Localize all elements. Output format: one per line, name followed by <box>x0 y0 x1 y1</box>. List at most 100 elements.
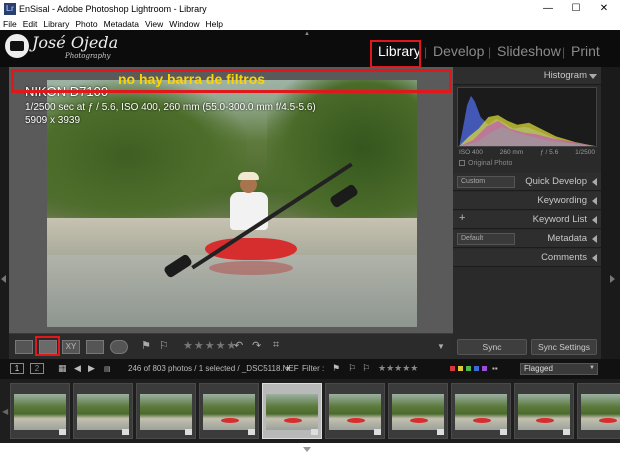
main-window-button[interactable]: 1 <box>10 363 24 374</box>
menu-metadata[interactable]: Metadata <box>104 19 139 29</box>
thumbnail-badge-icon[interactable] <box>374 429 381 435</box>
module-develop[interactable]: Develop <box>433 43 484 59</box>
menu-file[interactable]: File <box>3 19 17 29</box>
thumbnail-badge-icon[interactable] <box>248 429 255 435</box>
camera-icon <box>10 41 24 51</box>
menu-window[interactable]: Window <box>169 19 199 29</box>
thumbnail-badge-icon[interactable] <box>500 429 507 435</box>
original-photo-toggle[interactable]: Original Photo <box>459 160 512 167</box>
close-icon[interactable]: ✕ <box>590 0 618 17</box>
main-photo <box>47 80 417 327</box>
crop-icon[interactable]: ⌗ <box>273 339 279 352</box>
grid-view-icon[interactable] <box>15 340 33 354</box>
module-slideshow[interactable]: Slideshow <box>497 43 561 59</box>
menu-edit[interactable]: Edit <box>23 19 38 29</box>
histogram-header[interactable]: Histogram <box>453 67 601 85</box>
filmstrip-thumbnail[interactable] <box>199 383 259 439</box>
expand-quick-develop-icon[interactable] <box>592 178 597 186</box>
right-panel-edge[interactable] <box>601 67 620 359</box>
collapse-right-panel-icon[interactable] <box>610 275 615 283</box>
quick-develop-title: Quick Develop <box>525 176 587 187</box>
menu-library[interactable]: Library <box>43 19 69 29</box>
metadata-preset-select[interactable]: Default <box>457 233 515 245</box>
filter-label-yellow[interactable] <box>458 366 463 371</box>
back-arrow-icon[interactable]: ◀ <box>74 363 81 374</box>
module-separator: | <box>562 45 566 59</box>
grid-icon[interactable]: ▦ <box>58 363 67 374</box>
filmstrip-thumbnail[interactable] <box>577 383 620 439</box>
survey-view-icon[interactable] <box>86 340 104 354</box>
histogram-graph <box>457 87 597 147</box>
thumbnail-badge-icon[interactable] <box>59 429 66 435</box>
sync-settings-button[interactable]: Sync Settings <box>531 339 597 355</box>
filter-preset-select[interactable]: Flagged <box>520 363 598 375</box>
people-view-icon[interactable] <box>110 340 128 354</box>
filter-stars[interactable]: ★★★★★ <box>378 363 418 374</box>
expand-left-panel-icon[interactable] <box>1 275 6 283</box>
rotate-left-icon[interactable]: ↶ <box>234 339 243 352</box>
rotate-right-icon[interactable]: ↷ <box>252 339 261 352</box>
collapse-histogram-icon[interactable] <box>589 74 597 79</box>
filter-flag-icon[interactable]: ⚑ <box>332 363 340 374</box>
sync-button[interactable]: Sync <box>457 339 527 355</box>
menu-help[interactable]: Help <box>206 19 223 29</box>
toolbar-menu-icon[interactable]: ▼ <box>437 342 445 351</box>
lightroom-app-icon: Lr <box>4 2 16 15</box>
filter-unflag-icon[interactable]: ⚐ <box>348 363 356 374</box>
thumbnail-badge-icon[interactable] <box>122 429 129 435</box>
rating-stars[interactable]: ★★★★★ <box>183 339 237 352</box>
expand-keyword-list-icon[interactable] <box>592 216 597 224</box>
filter-reject-icon[interactable]: ⚐ <box>362 363 370 374</box>
menu-photo[interactable]: Photo <box>75 19 97 29</box>
module-print[interactable]: Print <box>571 43 600 59</box>
filmstrip-status[interactable]: 246 of 803 photos / 1 selected / _DSC511… <box>128 364 299 373</box>
secondary-window-button[interactable]: 2 <box>30 363 44 374</box>
original-photo-checkbox[interactable] <box>459 160 465 166</box>
collapse-filmstrip-icon[interactable] <box>303 447 311 452</box>
keyword-list-header[interactable]: + Keyword List <box>453 211 601 229</box>
minimize-icon[interactable]: — <box>534 0 562 17</box>
filmstrip-thumbnail[interactable] <box>136 383 196 439</box>
metadata-header[interactable]: Default Metadata <box>453 230 601 248</box>
maximize-icon[interactable]: ☐ <box>562 0 590 17</box>
filter-label-red[interactable] <box>450 366 455 371</box>
filmstrip-thumbnail[interactable] <box>10 383 70 439</box>
histogram-aperture: ƒ / 5.6 <box>540 149 559 156</box>
keywording-header[interactable]: Keywording <box>453 192 601 210</box>
expand-metadata-icon[interactable] <box>592 235 597 243</box>
filmstrip-thumbnail-selected[interactable] <box>262 383 322 439</box>
filmstrip-left-arrow-icon[interactable]: ◀ <box>2 407 8 416</box>
filmstrip: ◀ ▶ <box>0 379 620 443</box>
add-keyword-icon[interactable]: + <box>459 212 465 224</box>
filmstrip-thumbnail[interactable] <box>451 383 511 439</box>
loupe-view[interactable]: NIKON D7100 1/2500 sec at ƒ / 5.6, ISO 4… <box>9 67 453 333</box>
histogram-iso: ISO 400 <box>459 149 483 156</box>
source-dropdown-icon[interactable]: ▾ <box>286 364 290 373</box>
quick-develop-preset-select[interactable]: Custom <box>457 176 515 188</box>
filter-label-purple[interactable] <box>482 366 487 371</box>
thumbnail-badge-icon[interactable] <box>437 429 444 435</box>
keywording-title: Keywording <box>537 195 587 206</box>
flag-icon[interactable]: ⚑ <box>141 339 151 352</box>
menu-view[interactable]: View <box>145 19 163 29</box>
collapse-top-panel-icon[interactable]: ▲ <box>304 31 310 37</box>
quick-develop-header[interactable]: Custom Quick Develop <box>453 173 601 191</box>
filter-select-arrow-icon[interactable]: ▼ <box>589 365 595 371</box>
compare-view-icon[interactable]: XY <box>62 340 80 354</box>
reject-flag-icon[interactable]: ⚐ <box>159 339 169 352</box>
left-panel-collapsed[interactable] <box>0 67 9 359</box>
filmstrip-thumbnail[interactable] <box>325 383 385 439</box>
thumbnail-badge-icon[interactable] <box>185 429 192 435</box>
thumbnail-badge-icon[interactable] <box>563 429 570 435</box>
filmstrip-thumbnail[interactable] <box>514 383 574 439</box>
forward-arrow-icon[interactable]: ▶ <box>88 363 95 374</box>
filmstrip-thumbnail[interactable] <box>388 383 448 439</box>
comments-header[interactable]: Comments <box>453 249 601 267</box>
filter-label-blue[interactable] <box>474 366 479 371</box>
filter-label-green[interactable] <box>466 366 471 371</box>
thumbnail-badge-icon[interactable] <box>311 429 318 435</box>
filter-label-gray-icon[interactable]: ▪▪ <box>492 364 498 373</box>
expand-comments-icon[interactable] <box>592 254 597 262</box>
filmstrip-thumbnail[interactable] <box>73 383 133 439</box>
expand-keywording-icon[interactable] <box>592 197 597 205</box>
